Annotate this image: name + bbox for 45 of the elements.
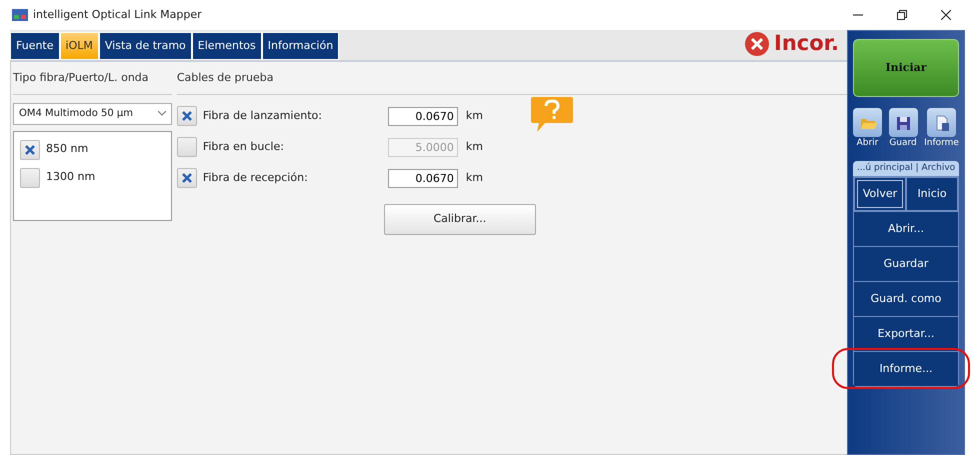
calibrate-button[interactable]: Calibrar... <box>384 204 536 234</box>
checkbox-label: 1300 nm <box>46 169 96 186</box>
checkbox-label: 850 nm <box>46 141 88 158</box>
tab[interactable]: iOLM <box>60 32 99 60</box>
checkbox[interactable] <box>20 140 40 160</box>
caret-icon <box>158 111 166 116</box>
error-icon <box>744 31 770 57</box>
tool-label: Guard <box>889 137 917 150</box>
unit-label: km <box>466 138 483 155</box>
menu-item[interactable]: Guard. como <box>854 281 958 316</box>
tool-label: Abrir <box>856 137 878 150</box>
tab[interactable]: Información <box>262 32 340 60</box>
tool-button[interactable] <box>927 108 956 137</box>
checkbox[interactable] <box>176 106 197 126</box>
menu-item[interactable]: Abrir... <box>854 211 958 246</box>
length-field[interactable]: 0.0670 <box>388 106 458 126</box>
menu-item[interactable]: Informe... <box>854 351 958 386</box>
start-button[interactable]: Iniciar <box>853 39 959 97</box>
length-field[interactable]: 0.0670 <box>388 168 458 188</box>
cross-icon <box>180 110 193 122</box>
cross-icon <box>180 172 193 184</box>
cross-icon <box>24 144 36 156</box>
checkbox-label: Fibra de lanzamiento: <box>202 108 323 124</box>
fiber-type-dropdown[interactable]: OM4 Multimodo 50 µm <box>13 102 172 124</box>
nav-button[interactable]: Volver <box>854 177 906 211</box>
tab[interactable]: Vista de tramo <box>98 32 192 60</box>
section-heading: Cables de prueba <box>176 62 847 94</box>
tool-button[interactable] <box>888 108 918 137</box>
tool-label: Informe <box>924 137 959 150</box>
status-text: Incor. <box>774 30 839 58</box>
checkbox[interactable] <box>176 168 197 188</box>
section-heading: Tipo fibra/Puerto/L. onda <box>13 62 172 94</box>
checkbox-label: Fibra en bucle: <box>202 138 285 155</box>
menu-item[interactable]: Exportar... <box>854 316 958 351</box>
nav-button[interactable]: Inicio <box>906 177 958 211</box>
breadcrumb: ...ú principal | Archivo <box>853 160 959 176</box>
unit-label: km <box>466 170 483 186</box>
menu-item[interactable]: Guardar <box>854 246 958 281</box>
checkbox-label: Fibra de recepción: <box>202 170 309 186</box>
tab[interactable]: Fuente <box>10 32 60 60</box>
checkbox[interactable] <box>20 168 40 188</box>
window-title: intelligent Optical Link Mapper <box>33 6 202 23</box>
app-icon <box>12 9 28 21</box>
tab[interactable]: Elementos <box>192 32 262 60</box>
unit-label: km <box>466 108 483 124</box>
